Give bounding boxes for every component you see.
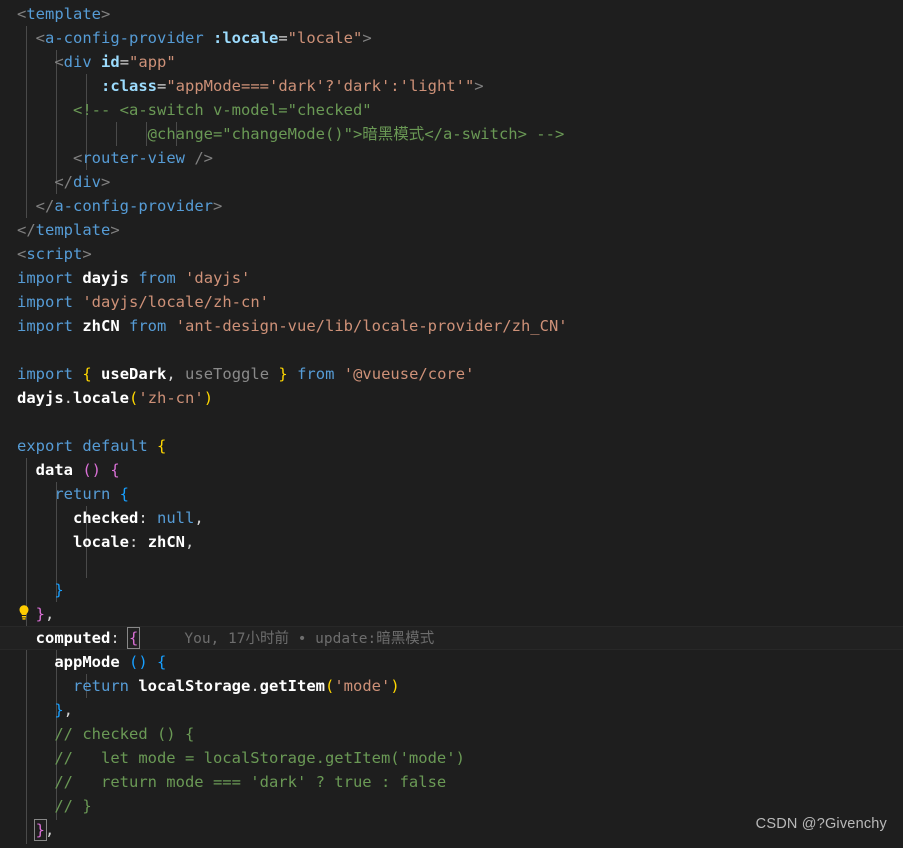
lightbulb-icon[interactable] bbox=[17, 604, 31, 622]
code-line[interactable]: }, bbox=[0, 698, 903, 722]
code-line-blank[interactable] bbox=[0, 554, 903, 578]
code-line[interactable]: checked: null, bbox=[0, 506, 903, 530]
code-line[interactable]: import zhCN from 'ant-design-vue/lib/loc… bbox=[0, 314, 903, 338]
code-line-current[interactable]: computed: {You, 17小时前 • update:暗黑模式 bbox=[0, 626, 903, 650]
code-line-comment[interactable]: // let mode = localStorage.getItem('mode… bbox=[0, 746, 903, 770]
code-line[interactable]: appMode () { bbox=[0, 650, 903, 674]
code-line-comment[interactable]: // checked () { bbox=[0, 722, 903, 746]
code-line[interactable]: dayjs.locale('zh-cn') bbox=[0, 386, 903, 410]
code-line-comment[interactable]: // return mode === 'dark' ? true : false bbox=[0, 770, 903, 794]
code-line[interactable]: <template> bbox=[0, 2, 903, 26]
git-blame-annotation[interactable]: You, 17小时前 • update:暗黑模式 bbox=[138, 631, 434, 647]
code-line-comment[interactable]: @change="changeMode()">暗黑模式</a-switch> -… bbox=[0, 122, 903, 146]
code-line-blank[interactable] bbox=[0, 410, 903, 434]
csdn-watermark: CSDN @?Givenchy bbox=[755, 816, 887, 832]
code-line[interactable]: locale: zhCN, bbox=[0, 530, 903, 554]
code-line-partial[interactable] bbox=[0, 842, 903, 848]
code-line[interactable]: data () { bbox=[0, 458, 903, 482]
code-line[interactable]: import dayjs from 'dayjs' bbox=[0, 266, 903, 290]
code-line[interactable]: </template> bbox=[0, 218, 903, 242]
code-line[interactable]: </a-config-provider> bbox=[0, 194, 903, 218]
code-line[interactable]: } bbox=[0, 578, 903, 602]
code-line-comment[interactable]: <!-- <a-switch v-model="checked" bbox=[0, 98, 903, 122]
code-line[interactable]: return localStorage.getItem('mode') bbox=[0, 674, 903, 698]
code-line[interactable]: export default { bbox=[0, 434, 903, 458]
code-lines[interactable]: <template> <a-config-provider :locale="l… bbox=[0, 2, 903, 848]
code-line[interactable]: :class="appMode==='dark'?'dark':'light'"… bbox=[0, 74, 903, 98]
code-line[interactable]: return { bbox=[0, 482, 903, 506]
code-line[interactable]: import 'dayjs/locale/zh-cn' bbox=[0, 290, 903, 314]
code-line[interactable]: </div> bbox=[0, 170, 903, 194]
code-line[interactable]: import { useDark, useToggle } from '@vue… bbox=[0, 362, 903, 386]
code-line[interactable]: }, bbox=[0, 602, 903, 626]
code-line[interactable]: <a-config-provider :locale="locale"> bbox=[0, 26, 903, 50]
code-editor[interactable]: <template> <a-config-provider :locale="l… bbox=[0, 0, 903, 848]
code-line-blank[interactable] bbox=[0, 338, 903, 362]
code-line[interactable]: <router-view /> bbox=[0, 146, 903, 170]
code-line[interactable]: <div id="app" bbox=[0, 50, 903, 74]
code-line[interactable]: <script> bbox=[0, 242, 903, 266]
